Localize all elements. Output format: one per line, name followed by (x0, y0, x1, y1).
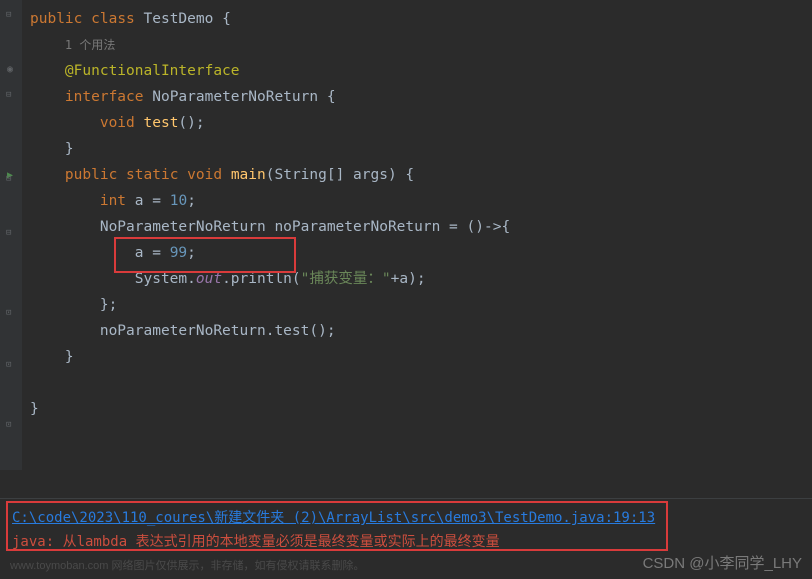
code-line[interactable]: NoParameterNoReturn noParameterNoReturn … (22, 214, 812, 240)
code-area[interactable]: public class TestDemo { 1 个用法 @Functiona… (22, 0, 812, 470)
faded-watermark: www.toymoban.com 网络图片仅供展示，非存储，如有侵权请联系删除。 (10, 557, 364, 573)
code-line[interactable]: a = 99; (22, 240, 812, 266)
fold-icon[interactable]: ⊡ (6, 420, 16, 430)
code-line[interactable]: void test(); (22, 110, 812, 136)
code-line[interactable]: @FunctionalInterface (22, 58, 812, 84)
code-line[interactable]: 1 个用法 (22, 32, 812, 58)
editor-area: ⊟ ◉ ⊟ ▶ ⊟ ⊟ ⊡ ⊡ ⊡ public class TestDemo … (0, 0, 812, 470)
fold-icon[interactable]: ⊟ (6, 228, 16, 238)
fold-icon[interactable]: ⊡ (6, 360, 16, 370)
fold-icon[interactable]: ⊟ (6, 10, 16, 20)
fold-icon[interactable]: ⊟ (6, 174, 16, 184)
code-line[interactable]: public class TestDemo { (22, 6, 812, 32)
code-line[interactable]: int a = 10; (22, 188, 812, 214)
impl-icon[interactable]: ◉ (3, 64, 17, 78)
error-link[interactable]: C:\code\2023\110_coures\新建文件夹 (2)\ArrayL… (12, 507, 800, 527)
code-line[interactable]: interface NoParameterNoReturn { (22, 84, 812, 110)
code-line[interactable]: noParameterNoReturn.test(); (22, 318, 812, 344)
code-line[interactable]: } (22, 344, 812, 370)
fold-icon[interactable]: ⊡ (6, 308, 16, 318)
fold-icon[interactable]: ⊟ (6, 90, 16, 100)
code-line[interactable]: System.out.println("捕获变量："+a); (22, 266, 812, 292)
gutter: ⊟ ◉ ⊟ ▶ ⊟ ⊟ ⊡ ⊡ ⊡ (0, 0, 22, 470)
code-line[interactable] (22, 370, 812, 396)
code-line[interactable]: public static void main(String[] args) { (22, 162, 812, 188)
watermark: CSDN @小李同学_LHY (643, 552, 802, 573)
code-line[interactable]: } (22, 136, 812, 162)
code-line[interactable]: } (22, 396, 812, 422)
error-message: java: 从lambda 表达式引用的本地变量必须是最终变量或实际上的最终变量 (12, 531, 800, 551)
code-line[interactable]: }; (22, 292, 812, 318)
